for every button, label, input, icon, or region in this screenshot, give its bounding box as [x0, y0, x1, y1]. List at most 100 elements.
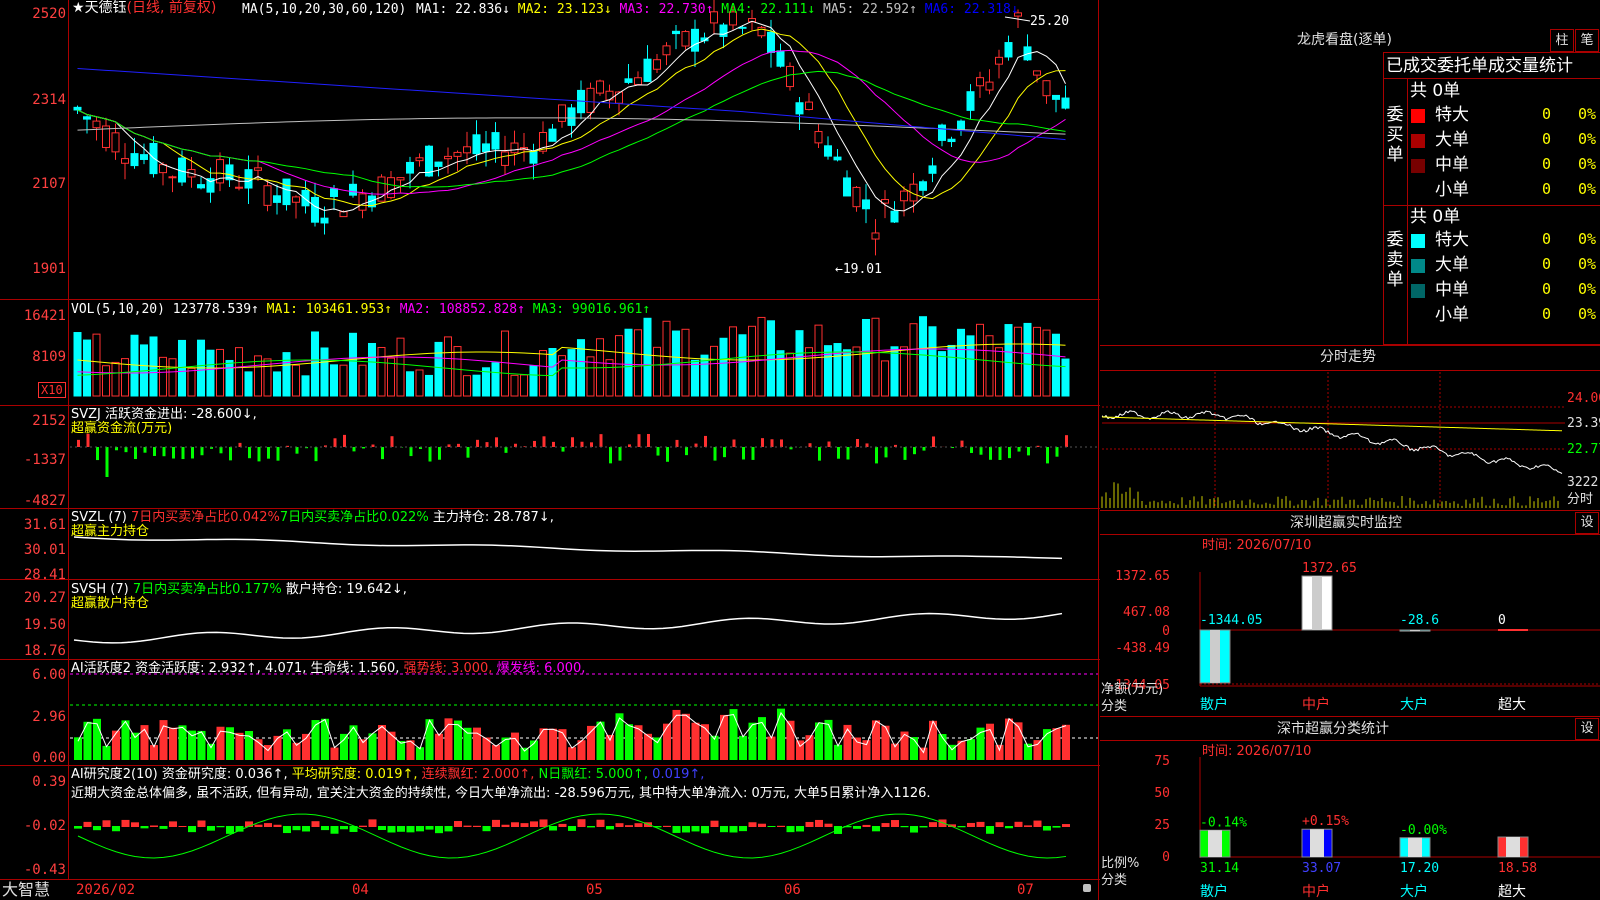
y-tick: -4827 [23, 493, 66, 509]
flow-bar [837, 447, 840, 459]
flow-bar [153, 447, 156, 456]
flow-bar [685, 447, 688, 456]
volume-bar [339, 364, 348, 397]
flow-bar [827, 441, 831, 447]
bar-view-button[interactable]: 柱 [1550, 29, 1574, 52]
stats-bar-shade [1310, 829, 1324, 857]
size-swatch [1411, 134, 1425, 148]
volume-bar [919, 316, 927, 397]
research-bar [957, 826, 966, 828]
monitor-value-label: 0 [1498, 613, 1506, 628]
tabs-label[interactable]: 已成交委托单成交量统计 [1386, 56, 1573, 76]
volume-bar [235, 347, 243, 397]
research-bar [663, 825, 671, 827]
monitor-category: 大户 [1400, 696, 1428, 713]
volume-bar [73, 332, 82, 397]
research-bar [378, 826, 386, 831]
flow-bar [932, 436, 935, 447]
flow-bar [618, 447, 622, 461]
activity-bar [330, 747, 339, 760]
research-bar [625, 825, 633, 827]
volume-bar [928, 326, 937, 397]
size-count: 0 [1542, 130, 1552, 148]
svsh-line [73, 612, 1063, 644]
svsh-header: SVSH (7) 7日内买卖净占比0.177% 散户持仓: 19.642↓, [71, 582, 407, 597]
flow-bar [979, 447, 983, 455]
volume-bar [624, 328, 633, 397]
candle [691, 28, 699, 52]
main-header: ★天德钰(日线, 前复权) [72, 1, 216, 16]
research-bar [387, 826, 396, 833]
flow-bar [647, 433, 650, 447]
activity-bar [397, 740, 405, 760]
research-bar [587, 826, 595, 828]
size-swatch [1411, 109, 1425, 123]
monitor-category: 超大 [1498, 697, 1526, 713]
volume-bar [159, 356, 167, 397]
monitor-settings-button[interactable]: 设 [1575, 512, 1599, 534]
x-tick: 05 [586, 882, 603, 898]
monitor-cat-label: 分类 [1101, 699, 1128, 714]
flow-bar [333, 438, 337, 447]
size-label: 小单 [1435, 305, 1469, 325]
stats-settings-button[interactable]: 设 [1575, 718, 1599, 740]
stock-name[interactable]: 天德钰 [85, 0, 127, 16]
candle [672, 30, 680, 35]
size-percent: 0% [1578, 280, 1597, 298]
candle [928, 165, 937, 174]
candle [976, 77, 984, 87]
flow-bar [276, 447, 280, 461]
activity-bar [169, 727, 177, 760]
candle [197, 184, 205, 189]
flow-bar [675, 439, 679, 447]
flow-bar [704, 435, 707, 447]
research-bar [102, 820, 111, 827]
svzl-subtitle: 超赢主力持仓 [71, 524, 150, 539]
research-bar [1033, 820, 1042, 827]
divider-svzl [0, 508, 1100, 509]
research-bar [482, 826, 491, 832]
candle [92, 120, 101, 129]
buy-side-label: 委买单 [1386, 105, 1404, 165]
volume-bar [909, 323, 918, 397]
flow-bar [485, 442, 489, 447]
volume-bar [406, 371, 414, 397]
volume-bar [843, 349, 851, 397]
candle [235, 186, 243, 189]
research-bar [254, 824, 263, 827]
unit-x10[interactable]: X10 [38, 382, 66, 398]
divider-ai1 [0, 659, 1100, 660]
activity-bar [140, 725, 149, 760]
flow-bar [248, 447, 251, 459]
candle [1004, 42, 1013, 58]
intraday-tick: 3222 [1567, 475, 1599, 490]
research-bar [74, 826, 82, 829]
sell-total: 共 0单 [1410, 207, 1461, 227]
flow-bar [637, 434, 641, 447]
volume-bar [453, 346, 462, 397]
activity-bar [207, 743, 215, 760]
stats-y-tick: 75 [1154, 754, 1170, 769]
candle [529, 150, 538, 164]
pen-view-button[interactable]: 笔 [1575, 29, 1599, 52]
size-label: 大单 [1435, 130, 1469, 150]
monitor-unit: 净额(万元) [1101, 682, 1164, 697]
volume-bar [472, 374, 481, 397]
y-tick: 1901 [32, 261, 66, 277]
research-bar [292, 826, 301, 831]
divider-svzj [0, 405, 1100, 406]
flow-bar [381, 447, 384, 460]
intraday-tick: 分时 [1567, 492, 1594, 507]
star-icon[interactable]: ★ [72, 0, 85, 16]
research-bar [112, 826, 120, 832]
volume-bar [168, 358, 177, 397]
monitor-value-label: 1372.65 [1302, 561, 1357, 576]
candle [263, 185, 272, 206]
stats-bar [1497, 836, 1529, 858]
research-bar [758, 823, 766, 827]
volume-bar [719, 337, 728, 397]
volume-bar [501, 330, 509, 397]
lock-icon[interactable] [1083, 884, 1091, 892]
volume-bar [282, 352, 291, 397]
candle [634, 77, 642, 85]
